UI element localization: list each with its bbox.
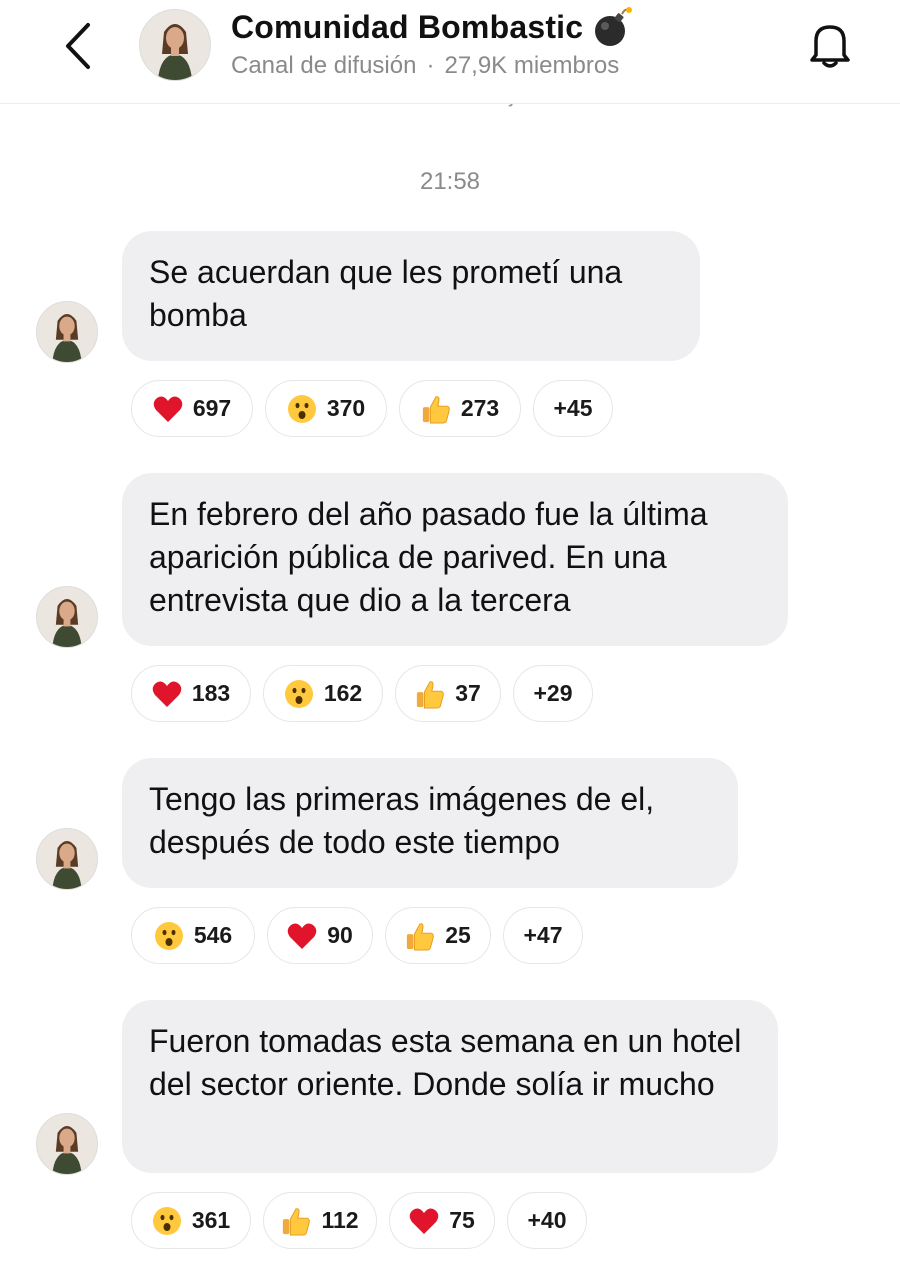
- reaction-count: 273: [460, 395, 500, 421]
- message-text: Fueron tomadas esta semana en un hotel d…: [149, 1023, 742, 1102]
- back-chevron-icon: [66, 23, 90, 69]
- reaction-surprised[interactable]: 361: [131, 1192, 251, 1249]
- reaction-more-count: +29: [533, 680, 573, 706]
- sender-avatar[interactable]: [36, 828, 98, 890]
- bomb-icon: [595, 7, 633, 46]
- reaction-count: 75: [449, 1207, 475, 1233]
- message-bubble[interactable]: En febrero del año pasado fue la última …: [122, 473, 788, 646]
- avatar-image: [37, 829, 97, 889]
- channel-subtitle: Canal de difusión · 27,9K miembros: [231, 52, 619, 80]
- heart-icon: [153, 394, 183, 424]
- channel-title[interactable]: Comunidad Bombastic: [231, 6, 633, 48]
- reaction-count: 25: [445, 922, 471, 948]
- reaction-surprised[interactable]: 162: [263, 665, 383, 722]
- reaction-count: 112: [321, 1207, 359, 1233]
- channel-type: Canal de difusión: [231, 52, 417, 79]
- reaction-more-count: +40: [527, 1207, 567, 1233]
- sender-avatar[interactable]: [36, 1113, 98, 1175]
- back-button[interactable]: [48, 16, 108, 76]
- reaction-more[interactable]: +45: [533, 380, 613, 437]
- reaction-heart[interactable]: 75: [389, 1192, 495, 1249]
- reaction-heart[interactable]: 90: [267, 907, 373, 964]
- message-text: En febrero del año pasado fue la última …: [149, 496, 708, 618]
- reaction-thumbs-up[interactable]: 112: [263, 1192, 377, 1249]
- reaction-heart[interactable]: 697: [131, 380, 253, 437]
- reactions-row: 361 112 75 +40: [131, 1192, 587, 1249]
- reaction-count: 90: [327, 922, 353, 948]
- subtitle-separator: ·: [426, 52, 435, 79]
- reaction-count: 37: [455, 680, 481, 706]
- reaction-thumbs-up[interactable]: 25: [385, 907, 491, 964]
- reaction-more[interactable]: +40: [507, 1192, 587, 1249]
- reactions-row: 697 370 273 +45: [131, 380, 613, 437]
- avatar-image: [37, 302, 97, 362]
- reaction-count: 546: [193, 922, 233, 948]
- notifications-button[interactable]: [800, 14, 860, 74]
- reaction-surprised[interactable]: 546: [131, 907, 255, 964]
- reaction-more[interactable]: +47: [503, 907, 583, 964]
- reaction-more[interactable]: +29: [513, 665, 593, 722]
- reaction-thumbs-up[interactable]: 37: [395, 665, 501, 722]
- thumbs-up-icon: [405, 921, 435, 951]
- reaction-more-count: +47: [523, 922, 563, 948]
- message-text: Se acuerdan que les prometí una bomba: [149, 254, 623, 333]
- message-bubble[interactable]: Fueron tomadas esta semana en un hotel d…: [122, 1000, 778, 1173]
- surprised-face-icon: [154, 921, 184, 951]
- channel-name-text: Comunidad Bombastic: [231, 8, 584, 45]
- sender-avatar[interactable]: [36, 301, 98, 363]
- thumbs-up-icon: [281, 1206, 311, 1236]
- reaction-count: 162: [323, 680, 363, 706]
- members-count: 27,9K miembros: [444, 52, 620, 79]
- avatar-image: [37, 587, 97, 647]
- heart-icon: [287, 921, 317, 951]
- reaction-surprised[interactable]: 370: [265, 380, 387, 437]
- avatar-image: [37, 1114, 97, 1174]
- surprised-face-icon: [284, 679, 314, 709]
- channel-header: Comunidad Bombastic Canal de difusión · …: [0, 0, 900, 104]
- channel-avatar[interactable]: [139, 9, 211, 81]
- surprised-face-icon: [152, 1206, 182, 1236]
- sender-avatar[interactable]: [36, 586, 98, 648]
- surprised-face-icon: [287, 394, 317, 424]
- reaction-count: 183: [191, 680, 231, 706]
- heart-icon: [409, 1206, 439, 1236]
- avatar-image: [140, 10, 210, 80]
- thumbs-up-icon: [415, 679, 445, 709]
- message-bubble[interactable]: Tengo las primeras imágenes de el, despu…: [122, 758, 738, 888]
- heart-icon: [152, 679, 182, 709]
- reaction-more-count: +45: [553, 395, 593, 421]
- reaction-heart[interactable]: 183: [131, 665, 251, 722]
- reaction-count: 370: [326, 395, 366, 421]
- message-text: Tengo las primeras imágenes de el, despu…: [149, 781, 655, 860]
- reaction-count: 697: [192, 395, 232, 421]
- reactions-row: 546 90 25 +47: [131, 907, 583, 964]
- bell-icon: [810, 25, 850, 68]
- reaction-thumbs-up[interactable]: 273: [399, 380, 521, 437]
- thumbs-up-icon: [421, 394, 451, 424]
- message-bubble[interactable]: Se acuerdan que les prometí una bomba: [122, 231, 700, 361]
- reaction-count: 361: [191, 1207, 231, 1233]
- reactions-row: 183 162 37 +29: [131, 665, 593, 722]
- message-timestamp: 21:58: [419, 168, 481, 195]
